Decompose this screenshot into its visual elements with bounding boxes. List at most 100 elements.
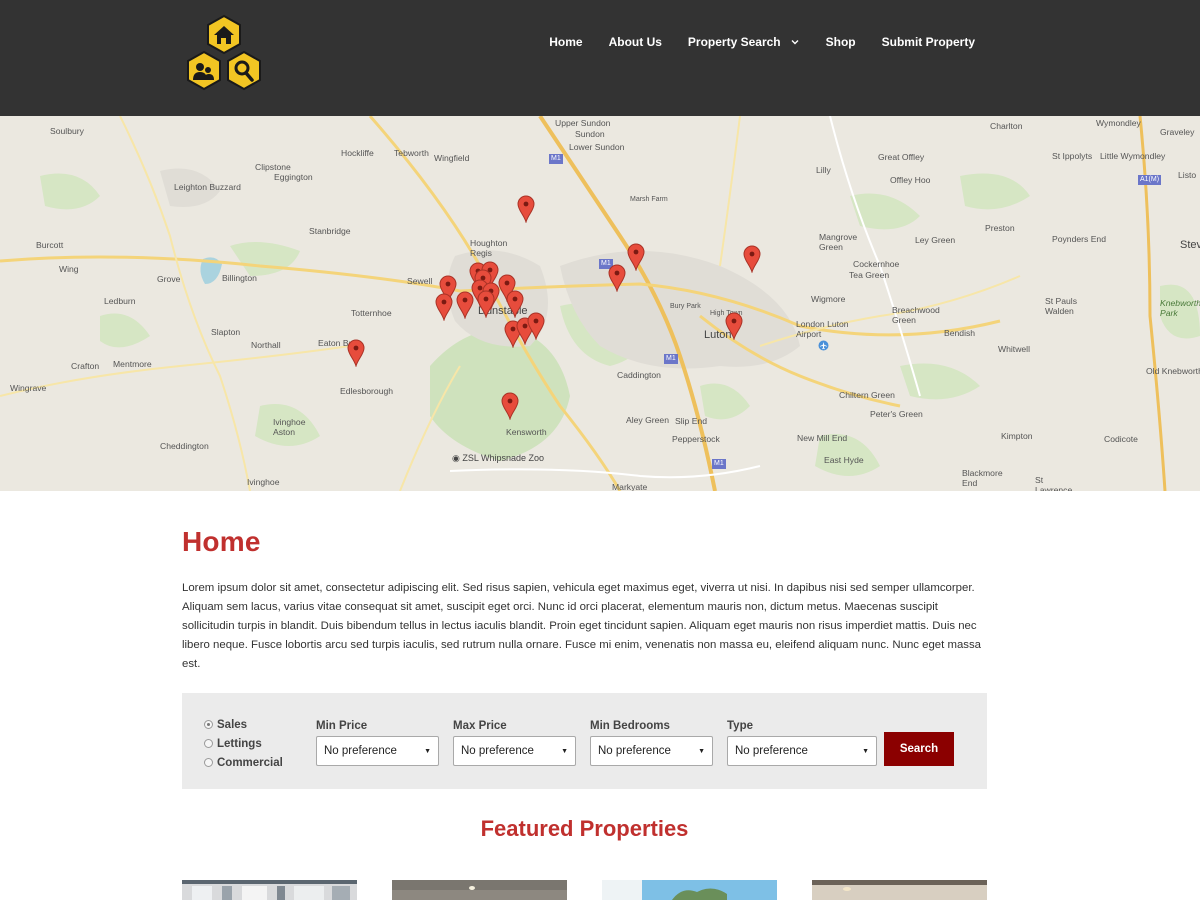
map-label: Wigmore bbox=[811, 294, 846, 304]
map-label: Kimpton bbox=[1001, 431, 1033, 441]
map-label: Houghton Regis bbox=[470, 238, 508, 258]
radio-sales[interactable]: Sales bbox=[204, 715, 283, 734]
type-select[interactable]: No preference ▼ bbox=[727, 736, 877, 766]
map-label: Crafton bbox=[71, 361, 100, 371]
map-marker-pin-icon[interactable] bbox=[743, 245, 761, 273]
map-label: Northall bbox=[251, 340, 281, 350]
map-label: Tebworth bbox=[394, 148, 429, 158]
dropdown-arrow-icon: ▼ bbox=[862, 747, 869, 755]
map-label: Cheddington bbox=[160, 441, 209, 451]
nav-submit-property[interactable]: Submit Property bbox=[882, 35, 975, 49]
min-bedrooms-label: Min Bedrooms bbox=[590, 720, 670, 732]
property-map[interactable]: Soulbury Upper Sundon Sundon Lower Sundo… bbox=[0, 116, 1200, 491]
min-bedrooms-field: Min Bedrooms No preference ▼ bbox=[590, 719, 713, 766]
road-shield: M1 bbox=[712, 459, 726, 469]
site-logo[interactable] bbox=[182, 14, 266, 98]
map-marker-pin-icon[interactable] bbox=[501, 392, 519, 420]
property-thumbnail[interactable] bbox=[602, 880, 777, 900]
min-price-field: Min Price No preference ▼ bbox=[316, 719, 439, 766]
radio-commercial[interactable]: Commercial bbox=[204, 753, 283, 772]
map-label: Lower Sundon bbox=[569, 142, 625, 152]
featured-property-card[interactable] bbox=[182, 880, 357, 900]
map-label: New Mill End bbox=[797, 433, 848, 443]
map-label: Stanbridge bbox=[309, 226, 351, 236]
map-marker-pin-icon[interactable] bbox=[627, 243, 645, 271]
property-thumbnail[interactable] bbox=[812, 880, 987, 900]
max-price-select[interactable]: No preference ▼ bbox=[453, 736, 576, 766]
radio-button-checked[interactable] bbox=[204, 720, 213, 729]
min-bedrooms-value: No preference bbox=[598, 745, 671, 757]
map-label: Tea Green bbox=[849, 270, 890, 280]
property-thumbnail[interactable] bbox=[182, 880, 357, 900]
min-price-value: No preference bbox=[324, 745, 397, 757]
map-label: Pepperstock bbox=[672, 434, 720, 444]
airport-icon[interactable] bbox=[818, 340, 829, 351]
map-label: Listo bbox=[1178, 170, 1197, 180]
map-label: St Pauls Walden bbox=[1045, 296, 1078, 316]
nav-shop-label: Shop bbox=[825, 35, 856, 49]
map-label: Ivinghoe Aston bbox=[273, 417, 306, 437]
map-label: St Lawrence bbox=[1035, 475, 1073, 491]
map-marker-pin-icon[interactable] bbox=[477, 290, 495, 318]
map-label: Blackmore End bbox=[962, 468, 1003, 488]
dropdown-arrow-icon: ▼ bbox=[698, 747, 705, 755]
min-bedrooms-select[interactable]: No preference ▼ bbox=[590, 736, 713, 766]
map-label: ZSL Whipsnade Zoo bbox=[462, 453, 545, 463]
map-label: Sundon bbox=[575, 129, 605, 139]
featured-properties-heading: Featured Properties bbox=[480, 816, 689, 841]
map-marker-pin-icon[interactable] bbox=[435, 293, 453, 321]
map-label: Billington bbox=[222, 273, 257, 283]
map-marker-pin-icon[interactable] bbox=[517, 195, 535, 223]
map-label: Offley Hoo bbox=[890, 175, 931, 185]
featured-property-card[interactable] bbox=[392, 880, 567, 900]
map-label: Leighton Buzzard bbox=[174, 182, 241, 192]
nav-shop[interactable]: Shop bbox=[826, 35, 856, 49]
map-marker-pin-icon[interactable] bbox=[347, 339, 365, 367]
min-price-label: Min Price bbox=[316, 720, 368, 732]
road-shield: M1 bbox=[664, 354, 678, 364]
featured-property-card[interactable] bbox=[812, 880, 987, 900]
map-label: London Luton Airport bbox=[796, 319, 849, 339]
nav-about-us[interactable]: About Us bbox=[609, 35, 662, 49]
site-header: Home About Us Property Search Shop Submi… bbox=[0, 0, 1200, 116]
radio-lettings[interactable]: Lettings bbox=[204, 734, 283, 753]
map-label: Chiltern Green bbox=[839, 390, 895, 400]
map-label: Caddington bbox=[617, 370, 661, 380]
featured-property-card[interactable] bbox=[602, 880, 777, 900]
map-label: Preston bbox=[985, 223, 1015, 233]
map-marker-pin-icon[interactable] bbox=[456, 291, 474, 319]
map-label: Wymondley bbox=[1096, 118, 1141, 128]
map-label: Slip End bbox=[675, 416, 708, 426]
map-marker-pin-icon[interactable] bbox=[608, 264, 626, 292]
map-label: Wing bbox=[59, 264, 79, 274]
map-label: Little Wymondley bbox=[1100, 151, 1166, 161]
max-price-label: Max Price bbox=[453, 720, 507, 732]
radio-button[interactable] bbox=[204, 758, 213, 767]
map-label: Upper Sundon bbox=[555, 118, 611, 128]
nav-property-search[interactable]: Property Search bbox=[688, 35, 800, 49]
page-title: Home bbox=[182, 526, 261, 557]
map-label: Ledburn bbox=[104, 296, 136, 306]
map-marker-pin-icon[interactable] bbox=[527, 312, 545, 340]
map-label: Bendish bbox=[944, 328, 976, 338]
map-label: Poynders End bbox=[1052, 234, 1106, 244]
map-label: Great Offley bbox=[878, 152, 925, 162]
map-label: Peter's Green bbox=[870, 409, 923, 419]
min-price-select[interactable]: No preference ▼ bbox=[316, 736, 439, 766]
property-thumbnail[interactable] bbox=[392, 880, 567, 900]
map-label: Charlton bbox=[990, 121, 1023, 131]
map-label: Cockernhoe bbox=[853, 259, 900, 269]
zoo-poi[interactable]: ◉ ZSL Whipsnade Zoo bbox=[452, 453, 544, 463]
map-marker-pin-icon[interactable] bbox=[506, 290, 524, 318]
map-label: Mentmore bbox=[113, 359, 152, 369]
radio-sales-label: Sales bbox=[217, 718, 248, 731]
map-marker-pin-icon[interactable] bbox=[725, 312, 743, 340]
nav-home[interactable]: Home bbox=[549, 35, 582, 49]
map-label: Sewell bbox=[407, 276, 433, 286]
radio-button[interactable] bbox=[204, 739, 213, 748]
map-label: Wingrave bbox=[10, 383, 47, 393]
search-button[interactable]: Search bbox=[884, 732, 954, 766]
map-label: Old Knebworth bbox=[1146, 366, 1200, 376]
map-label: Ley Green bbox=[915, 235, 956, 245]
radio-commercial-label: Commercial bbox=[217, 756, 283, 769]
